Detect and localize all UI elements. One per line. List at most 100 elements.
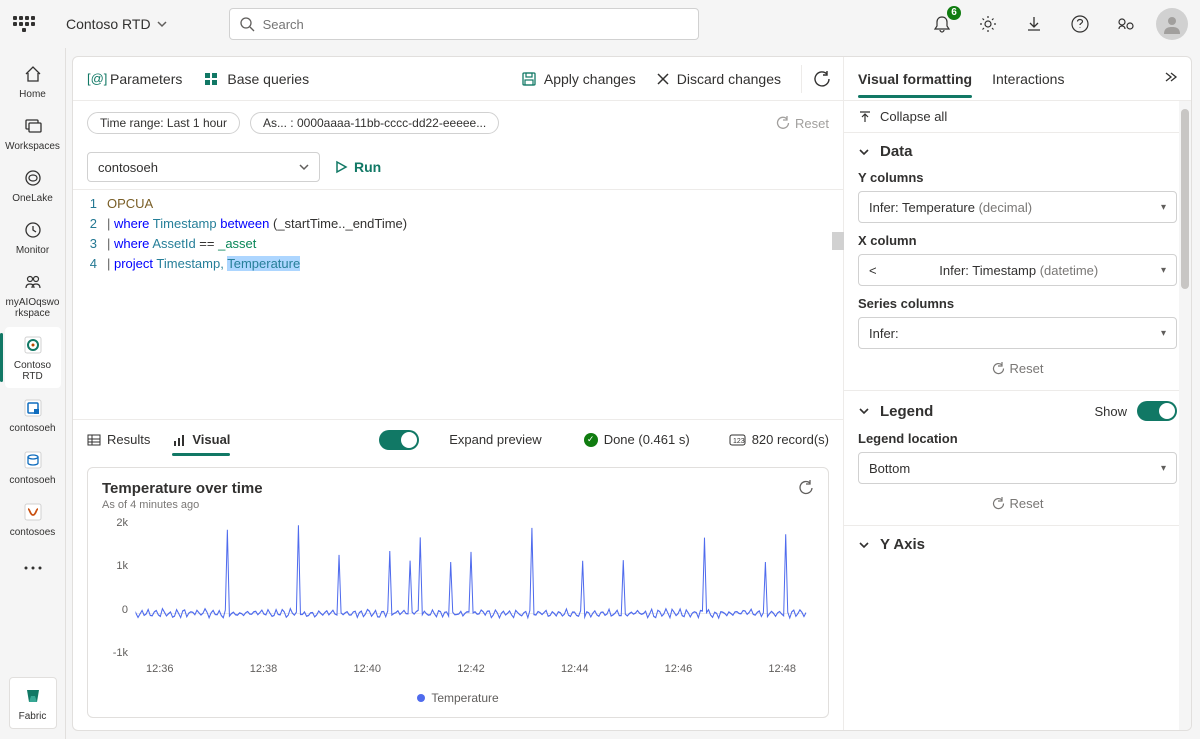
rail-label: Workspaces — [5, 141, 60, 152]
tab-visual[interactable]: Visual — [172, 424, 230, 455]
notifications-button[interactable]: 6 — [926, 8, 958, 40]
panel-tabs: Visual formatting Interactions — [844, 57, 1191, 101]
toolbar: [@] Parameters Base queries Apply change… — [73, 57, 843, 101]
pill-asset[interactable]: As... : 0000aaaa-11bb-cccc-dd22-eeeee... — [250, 112, 499, 134]
settings-button[interactable] — [972, 8, 1004, 40]
legend-location-dropdown[interactable]: Bottom▾ — [858, 452, 1177, 484]
collapse-all-button[interactable]: Collapse all — [844, 101, 1191, 132]
chevron-down-icon — [157, 19, 167, 29]
rail-onelake[interactable]: OneLake — [5, 160, 61, 210]
section-yaxis-header[interactable]: Y Axis — [858, 536, 1177, 553]
eventstream-icon — [21, 500, 45, 524]
rail-home[interactable]: Home — [5, 56, 61, 106]
chevron-down-icon — [299, 162, 309, 172]
svg-text:123: 123 — [733, 438, 745, 445]
x-axis: 12:3612:3812:4012:4212:4412:4612:48 — [136, 663, 806, 675]
fabric-icon — [21, 684, 45, 708]
y-columns-dropdown[interactable]: Infer: Temperature (decimal) ▾ — [858, 191, 1177, 223]
app-launcher-icon[interactable] — [12, 12, 36, 36]
section-yaxis: Y Axis — [844, 525, 1191, 567]
rail-label: contosoeh — [9, 475, 55, 486]
workspace-dropdown[interactable]: Contoso RTD — [66, 16, 167, 32]
label: Visual — [192, 432, 230, 447]
main-panel: [@] Parameters Base queries Apply change… — [72, 56, 1192, 731]
pill-time-range[interactable]: Time range: Last 1 hour — [87, 112, 240, 134]
help-button[interactable] — [1064, 8, 1096, 40]
parameters-button[interactable]: [@] Parameters — [87, 71, 182, 87]
label: 820 record(s) — [752, 432, 829, 447]
reset-icon — [992, 497, 1005, 510]
legend-show-toggle[interactable] — [1137, 401, 1177, 421]
search-field[interactable] — [263, 17, 688, 32]
database-select[interactable]: contosoeh — [87, 152, 320, 182]
scrollbar[interactable] — [1179, 101, 1191, 730]
refresh-button[interactable] — [801, 65, 829, 93]
avatar[interactable] — [1156, 8, 1188, 40]
status-done: ✓ Done (0.461 s) — [584, 432, 690, 447]
section-legend-header[interactable]: Legend Show — [858, 401, 1177, 421]
visual-formatting-panel: Visual formatting Interactions Collapse … — [843, 57, 1191, 730]
rail-contosoes[interactable]: contosoes — [5, 494, 61, 544]
legend-label: Temperature — [431, 691, 498, 705]
rail-monitor[interactable]: Monitor — [5, 212, 61, 262]
result-tabs: Results Visual Expand preview ✓ Done (0.… — [73, 419, 843, 459]
play-icon — [334, 160, 348, 174]
label: Done (0.461 s) — [604, 432, 690, 447]
y-axis: 2k1k0-1k — [102, 517, 132, 659]
section-data-header[interactable]: Data — [858, 143, 1177, 160]
search-input[interactable] — [229, 8, 699, 40]
rail-label: contosoeh — [9, 423, 55, 434]
chart-refresh-button[interactable] — [798, 480, 814, 499]
table-icon — [87, 433, 101, 447]
x-column-label: X column — [858, 233, 1177, 248]
rail-contoso-rtd[interactable]: Contoso RTD — [5, 327, 61, 388]
svg-text:[@]: [@] — [87, 71, 107, 86]
tab-results[interactable]: Results — [87, 424, 150, 455]
series-columns-dropdown[interactable]: Infer:▾ — [858, 317, 1177, 349]
reset-icon — [992, 362, 1005, 375]
reset-data-button[interactable]: Reset — [858, 361, 1177, 376]
reset-parameters[interactable]: Reset — [776, 116, 829, 131]
download-button[interactable] — [1018, 8, 1050, 40]
refresh-icon — [798, 480, 814, 496]
rail-more[interactable] — [5, 550, 61, 586]
splitter-handle[interactable] — [832, 232, 844, 250]
label: Parameters — [110, 71, 182, 87]
tab-visual-formatting[interactable]: Visual formatting — [858, 61, 972, 97]
onelake-icon — [21, 166, 45, 190]
chart-plot[interactable]: 2k1k0-1k 12:3612:3812:4012:4212:4412:461… — [102, 517, 814, 687]
code-content: OPCUA | where Timestamp between (_startT… — [107, 194, 843, 415]
rail-contosoeh-2[interactable]: contosoeh — [5, 442, 61, 492]
scroll-thumb[interactable] — [1181, 109, 1189, 289]
top-actions: 6 — [926, 8, 1188, 40]
rail-contosoeh-1[interactable]: contosoeh — [5, 390, 61, 440]
label: Legend — [880, 403, 933, 420]
rail-fabric[interactable]: Fabric — [9, 677, 57, 729]
chart-title: Temperature over time — [102, 480, 263, 497]
discard-changes-button[interactable]: Discard changes — [656, 71, 781, 87]
base-queries-button[interactable]: Base queries — [204, 71, 309, 87]
label: Base queries — [227, 71, 309, 87]
reset-legend-button[interactable]: Reset — [858, 496, 1177, 511]
run-button[interactable]: Run — [334, 159, 381, 175]
check-icon: ✓ — [584, 433, 598, 447]
expand-preview-toggle[interactable] — [379, 430, 419, 450]
feedback-button[interactable] — [1110, 8, 1142, 40]
panel-expand-button[interactable] — [1163, 70, 1177, 87]
chart-card: Temperature over time As of 4 minutes ag… — [87, 467, 829, 718]
x-column-dropdown[interactable]: < Infer: Timestamp (datetime) ▾ — [858, 254, 1177, 286]
monitor-icon — [21, 218, 45, 242]
tab-interactions[interactable]: Interactions — [992, 61, 1064, 97]
apply-changes-button[interactable]: Apply changes — [521, 71, 636, 87]
rail-label: Home — [19, 89, 46, 100]
rail-workspaces[interactable]: Workspaces — [5, 108, 61, 158]
record-count: 123 820 record(s) — [730, 432, 829, 447]
workspace-name: Contoso RTD — [66, 16, 151, 32]
label: Run — [354, 159, 381, 175]
rail-myworkspace[interactable]: myAIOqswo rkspace — [5, 264, 61, 325]
rail-label: myAIOqswo rkspace — [6, 297, 60, 319]
rail-label: contosoes — [10, 527, 56, 538]
more-icon — [21, 556, 45, 580]
query-editor[interactable]: 1234 OPCUA | where Timestamp between (_s… — [73, 189, 843, 419]
label: Apply changes — [544, 71, 636, 87]
